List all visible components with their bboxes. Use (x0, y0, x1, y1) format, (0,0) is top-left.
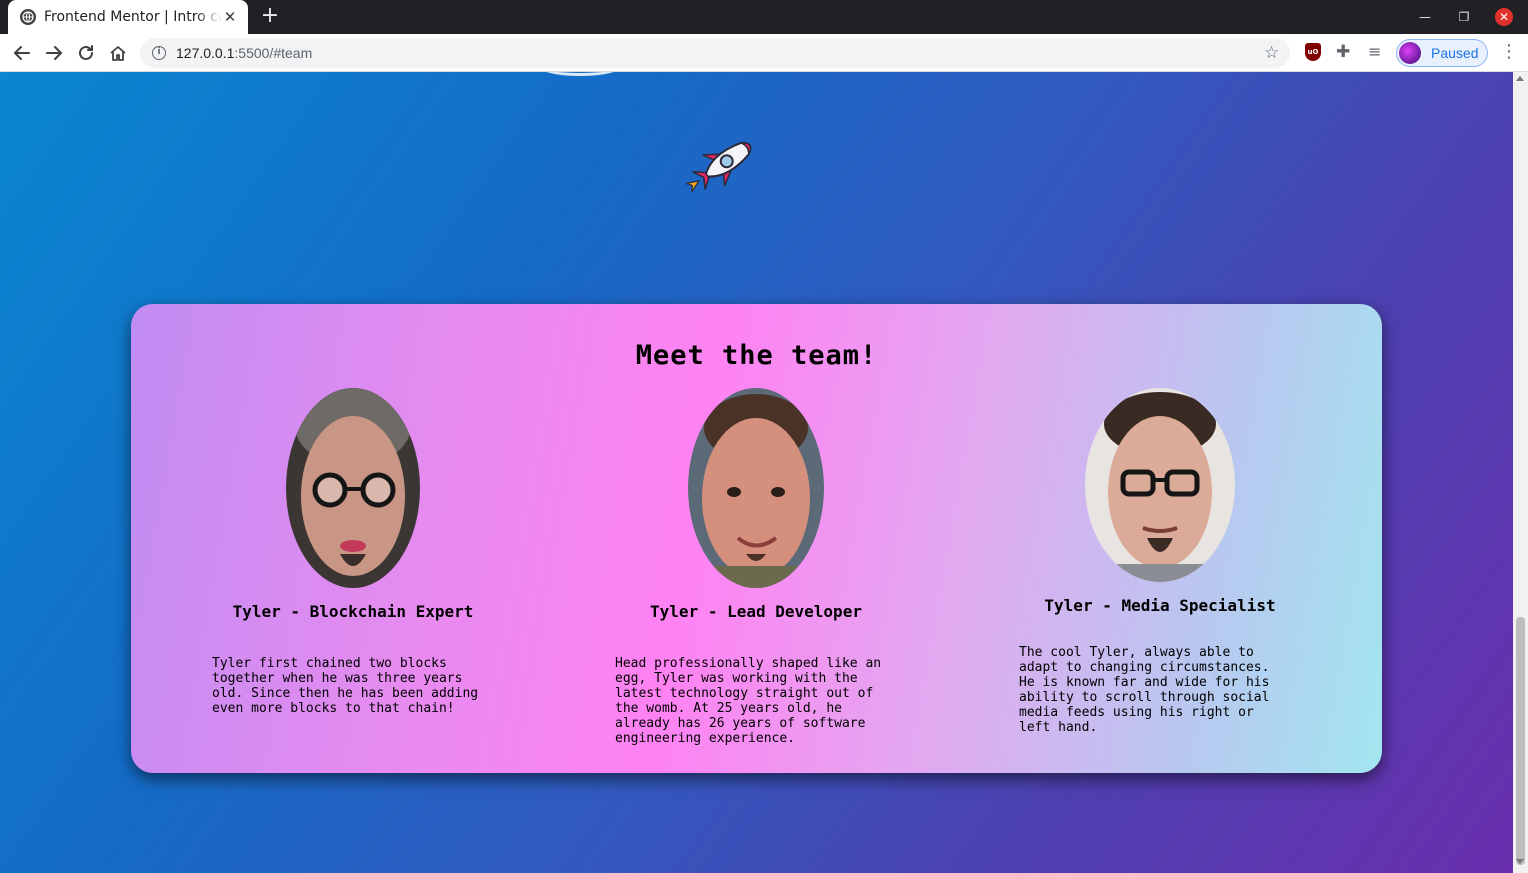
member-photo (688, 388, 824, 588)
restore-icon[interactable]: ❐ (1455, 8, 1473, 26)
page-viewport: Meet the team! Tyler - Blockchain Expert… (0, 72, 1513, 873)
globe-icon (20, 9, 36, 25)
member-bio: The cool Tyler, always able to adapt to … (1019, 645, 1270, 735)
member-photo (286, 388, 420, 588)
browser-titlebar: Frontend Mentor | Intro component ✕ + — … (0, 0, 1528, 34)
member-name: Tyler - Media Specialist (1044, 596, 1276, 615)
url-host: 127.0.0.1 (176, 45, 235, 61)
address-bar[interactable]: i 127.0.0.1:5500/#team (140, 38, 1290, 68)
browser-tab[interactable]: Frontend Mentor | Intro component ✕ (8, 0, 248, 34)
scroll-down-icon[interactable] (1516, 859, 1524, 864)
tab-title: Frontend Mentor | Intro component (44, 9, 222, 25)
team-member: Tyler - Lead Developer Head professional… (596, 388, 916, 746)
back-arrow-icon[interactable] (11, 42, 33, 64)
url-path: :5500/#team (234, 45, 313, 61)
team-member: Tyler - Blockchain Expert Tyler first ch… (193, 388, 513, 716)
url-text: 127.0.0.1:5500/#team (176, 45, 312, 61)
scrollbar-thumb[interactable] (1516, 617, 1525, 865)
member-bio: Head professionally shaped like an egg, … (615, 656, 882, 746)
home-icon[interactable] (107, 42, 129, 64)
media-icon[interactable]: ≡ (1368, 42, 1381, 61)
puzzle-icon[interactable]: ✚ (1336, 42, 1350, 62)
star-icon[interactable]: ☆ (1264, 43, 1279, 63)
rocket-icon (686, 126, 774, 193)
ublock-icon[interactable]: uO (1305, 43, 1321, 61)
forward-arrow-icon[interactable] (43, 42, 65, 64)
cloud-illustration (540, 72, 620, 76)
avatar (1399, 42, 1421, 64)
reload-icon[interactable] (75, 42, 97, 64)
profile-button[interactable]: Paused (1396, 39, 1488, 67)
member-bio: Tyler first chained two blocks together … (212, 656, 479, 716)
team-card: Meet the team! Tyler - Blockchain Expert… (131, 304, 1382, 773)
member-name: Tyler - Blockchain Expert (232, 602, 474, 621)
team-member: Tyler - Media Specialist The cool Tyler,… (1000, 388, 1320, 735)
page-scrollbar[interactable] (1513, 72, 1528, 873)
browser-toolbar: i 127.0.0.1:5500/#team ☆ uO ✚ ≡ Paused ⋮ (0, 34, 1528, 72)
member-name: Tyler - Lead Developer (650, 602, 862, 621)
minimize-icon[interactable]: — (1416, 8, 1434, 26)
team-title: Meet the team! (635, 340, 878, 371)
kebab-menu-icon[interactable]: ⋮ (1500, 42, 1518, 62)
tab-close-icon[interactable]: ✕ (222, 8, 238, 26)
profile-label: Paused (1431, 45, 1479, 61)
info-icon[interactable]: i (152, 46, 166, 60)
scroll-up-icon[interactable] (1516, 76, 1524, 81)
new-tab-button[interactable]: + (258, 4, 282, 28)
close-window-icon[interactable]: ✕ (1495, 8, 1513, 26)
member-photo (1085, 388, 1235, 582)
